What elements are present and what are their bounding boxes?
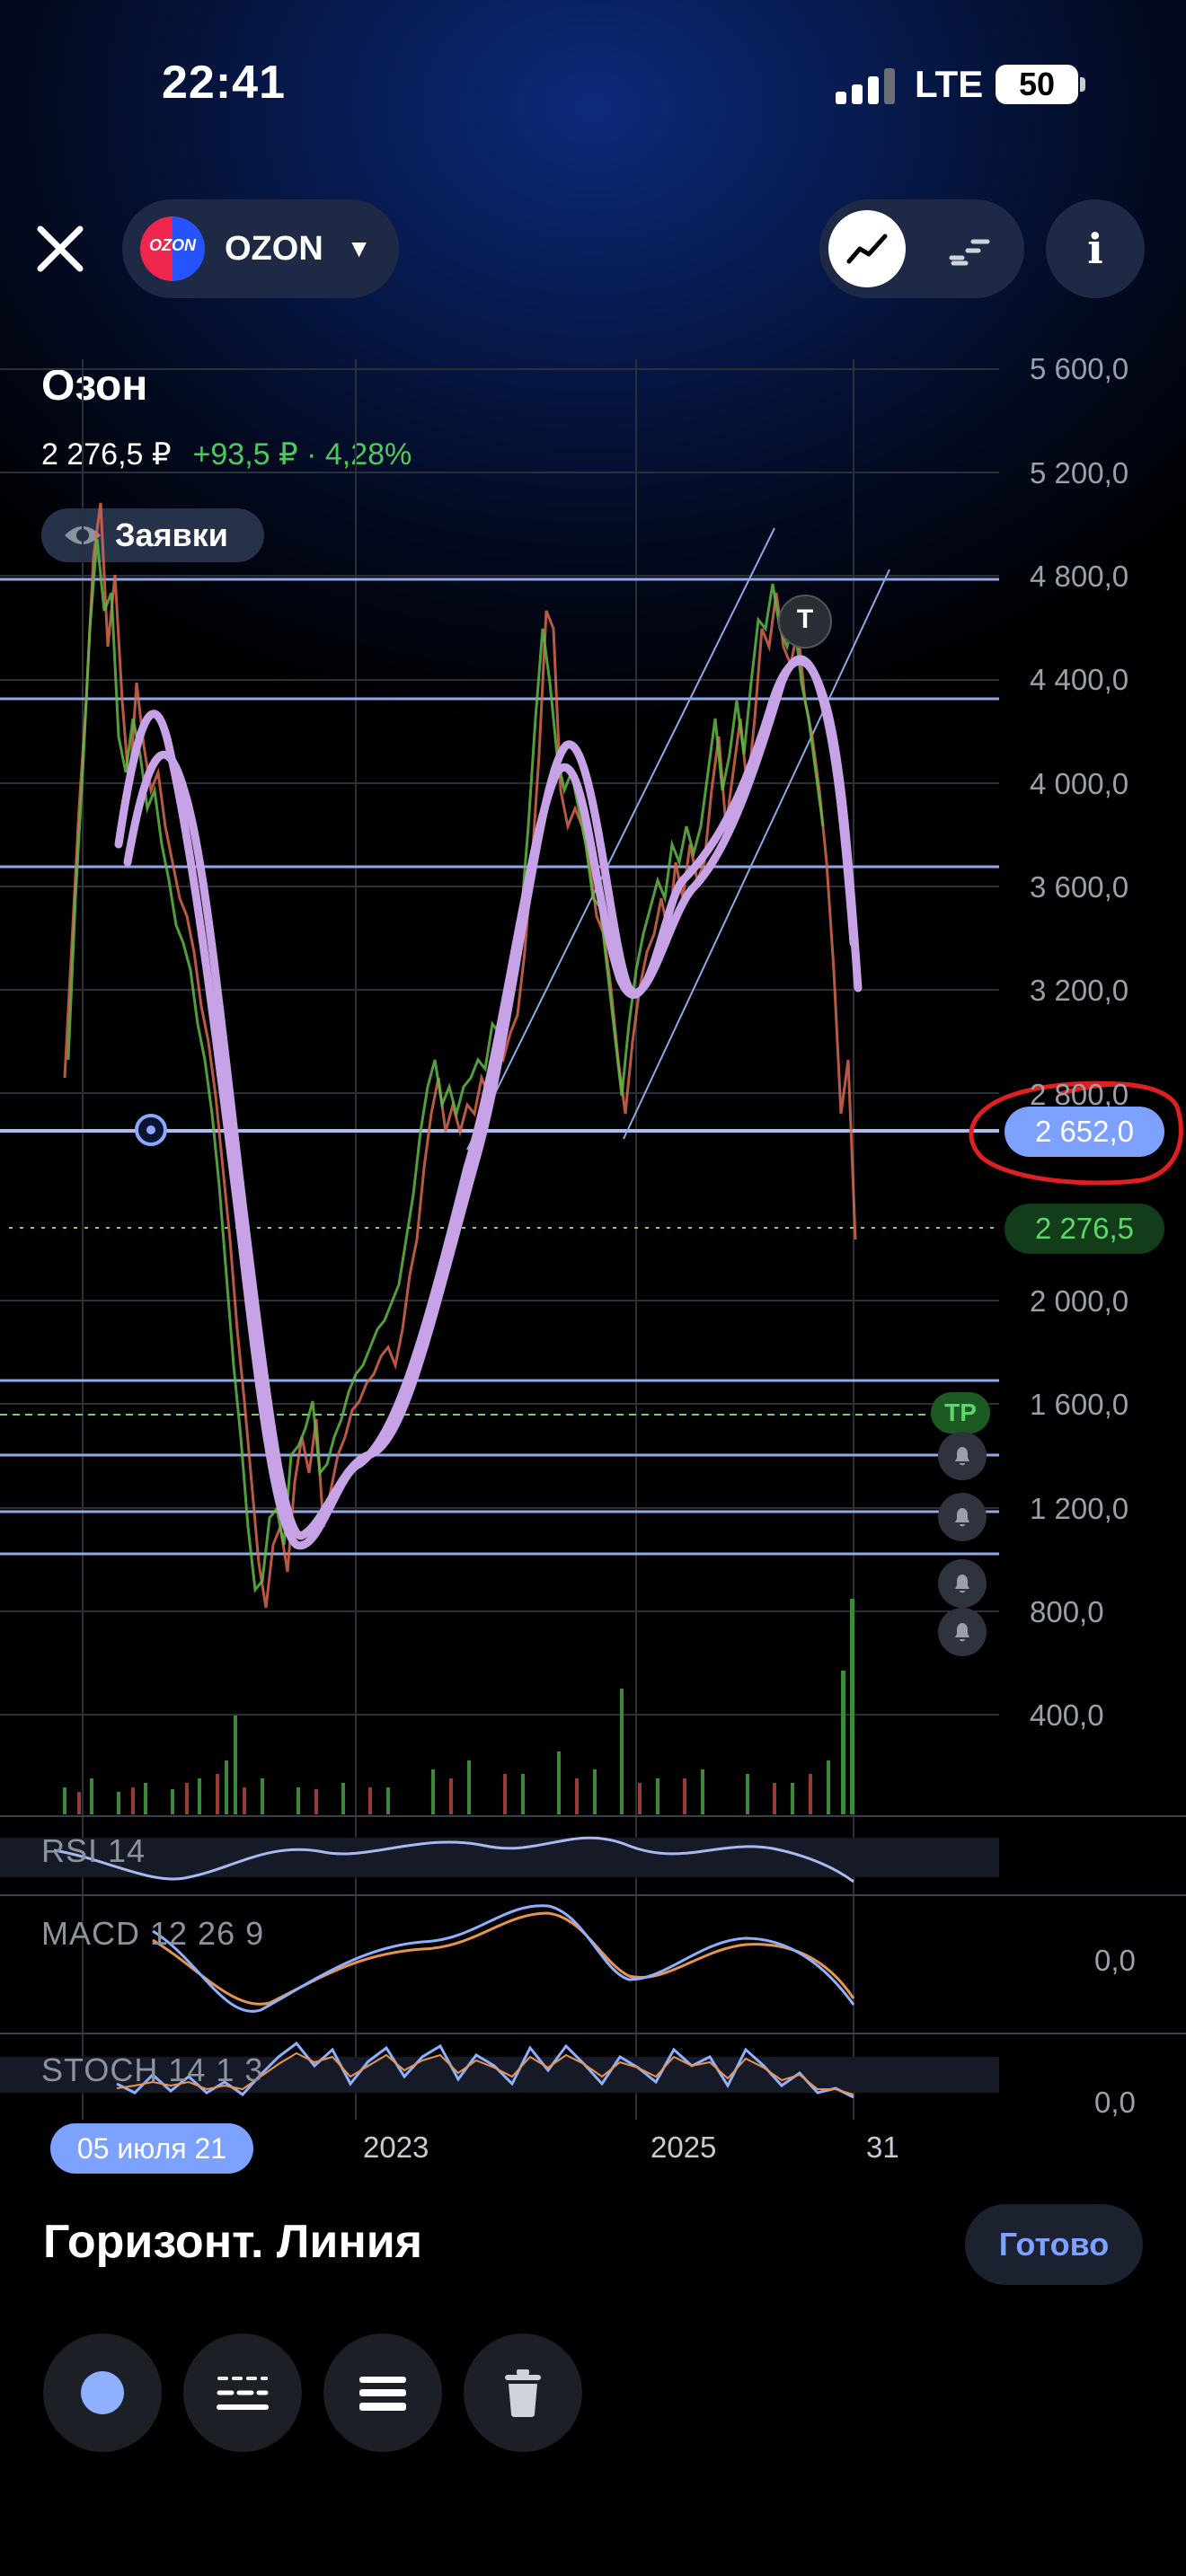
axis-label-3200: 3 200,0 — [1030, 974, 1129, 1007]
axis-label-3600: 3 600,0 — [1030, 870, 1129, 904]
line-chart-button[interactable] — [828, 210, 906, 287]
signal-icon — [836, 68, 895, 104]
ozon-logo-icon: OZON — [140, 216, 205, 281]
chevron-down-icon: ▼ — [346, 234, 372, 262]
take-profit-badge[interactable]: TP — [931, 1392, 990, 1434]
stoch-zero-label: 0,0 — [1094, 2086, 1136, 2119]
close-button[interactable] — [27, 216, 93, 282]
current-price-tag: 2 276,5 — [1005, 1204, 1164, 1254]
chart-type-toggle — [819, 199, 1024, 298]
battery-cap — [1080, 77, 1085, 92]
axis-label-800: 800,0 — [1030, 1595, 1104, 1628]
selected-date-tag: 05 июля 21 — [50, 2123, 253, 2174]
line-style-button[interactable] — [183, 2333, 302, 2452]
stoch-label[interactable]: STOCH 14 1 3 — [41, 2051, 263, 2089]
close-icon — [37, 225, 84, 272]
tool-title: Горизонт. Линия — [43, 2216, 423, 2268]
axis-label-5200: 5 200,0 — [1030, 456, 1129, 490]
status-time: 22:41 — [162, 57, 286, 109]
alert-bell-icon[interactable] — [938, 1559, 987, 1608]
battery-icon: 50 — [996, 65, 1078, 104]
color-button[interactable] — [43, 2333, 162, 2452]
candle-chart-icon — [949, 239, 990, 266]
alert-bell-icon[interactable] — [938, 1432, 987, 1480]
trash-icon — [505, 2369, 541, 2417]
delete-button[interactable] — [464, 2333, 582, 2452]
line-width-icon — [359, 2377, 406, 2411]
macd-zero-label: 0,0 — [1094, 1944, 1136, 1977]
time-label-2025: 2025 — [651, 2130, 717, 2164]
network-label: LTE — [915, 63, 984, 105]
axis-label-2000: 2 000,0 — [1030, 1284, 1129, 1318]
time-label-2023: 2023 — [363, 2130, 429, 2164]
line-width-button[interactable] — [323, 2333, 442, 2452]
axis-label-4400: 4 400,0 — [1030, 663, 1129, 696]
candles — [63, 502, 857, 1609]
time-label-31: 31 — [866, 2130, 899, 2164]
macd-label[interactable]: MACD 12 26 9 — [41, 1915, 264, 1953]
axis-label-5600: 5 600,0 — [1030, 352, 1129, 385]
done-button[interactable]: Готово — [965, 2204, 1143, 2285]
axis-label-4000: 4 000,0 — [1030, 767, 1129, 800]
rsi-label[interactable]: RSI 14 — [41, 1832, 146, 1870]
trade-marker[interactable]: T — [778, 595, 832, 648]
alert-bell-icon[interactable] — [938, 1493, 987, 1541]
axis-label-1200: 1 200,0 — [1030, 1492, 1129, 1525]
ticker-name: OZON — [225, 229, 323, 268]
alert-bell-icon[interactable] — [938, 1608, 987, 1656]
ticker-selector[interactable]: OZON OZON ▼ — [122, 199, 399, 298]
axis-label-4800: 4 800,0 — [1030, 560, 1129, 593]
candle-chart-button[interactable] — [931, 210, 1008, 287]
line-drag-handle[interactable] — [135, 1114, 167, 1146]
horizontal-line-price-tag[interactable]: 2 652,0 — [1005, 1107, 1164, 1157]
info-icon: i — [1087, 225, 1103, 273]
axis-label-400: 400,0 — [1030, 1698, 1104, 1732]
info-button[interactable]: i — [1046, 199, 1145, 298]
line-chart-icon — [846, 234, 888, 264]
axis-label-1600: 1 600,0 — [1030, 1388, 1129, 1421]
color-dot-icon — [81, 2371, 124, 2414]
dashed-line-icon — [217, 2377, 269, 2410]
volume-bars — [63, 1599, 854, 1814]
moving-averages — [114, 655, 863, 1550]
